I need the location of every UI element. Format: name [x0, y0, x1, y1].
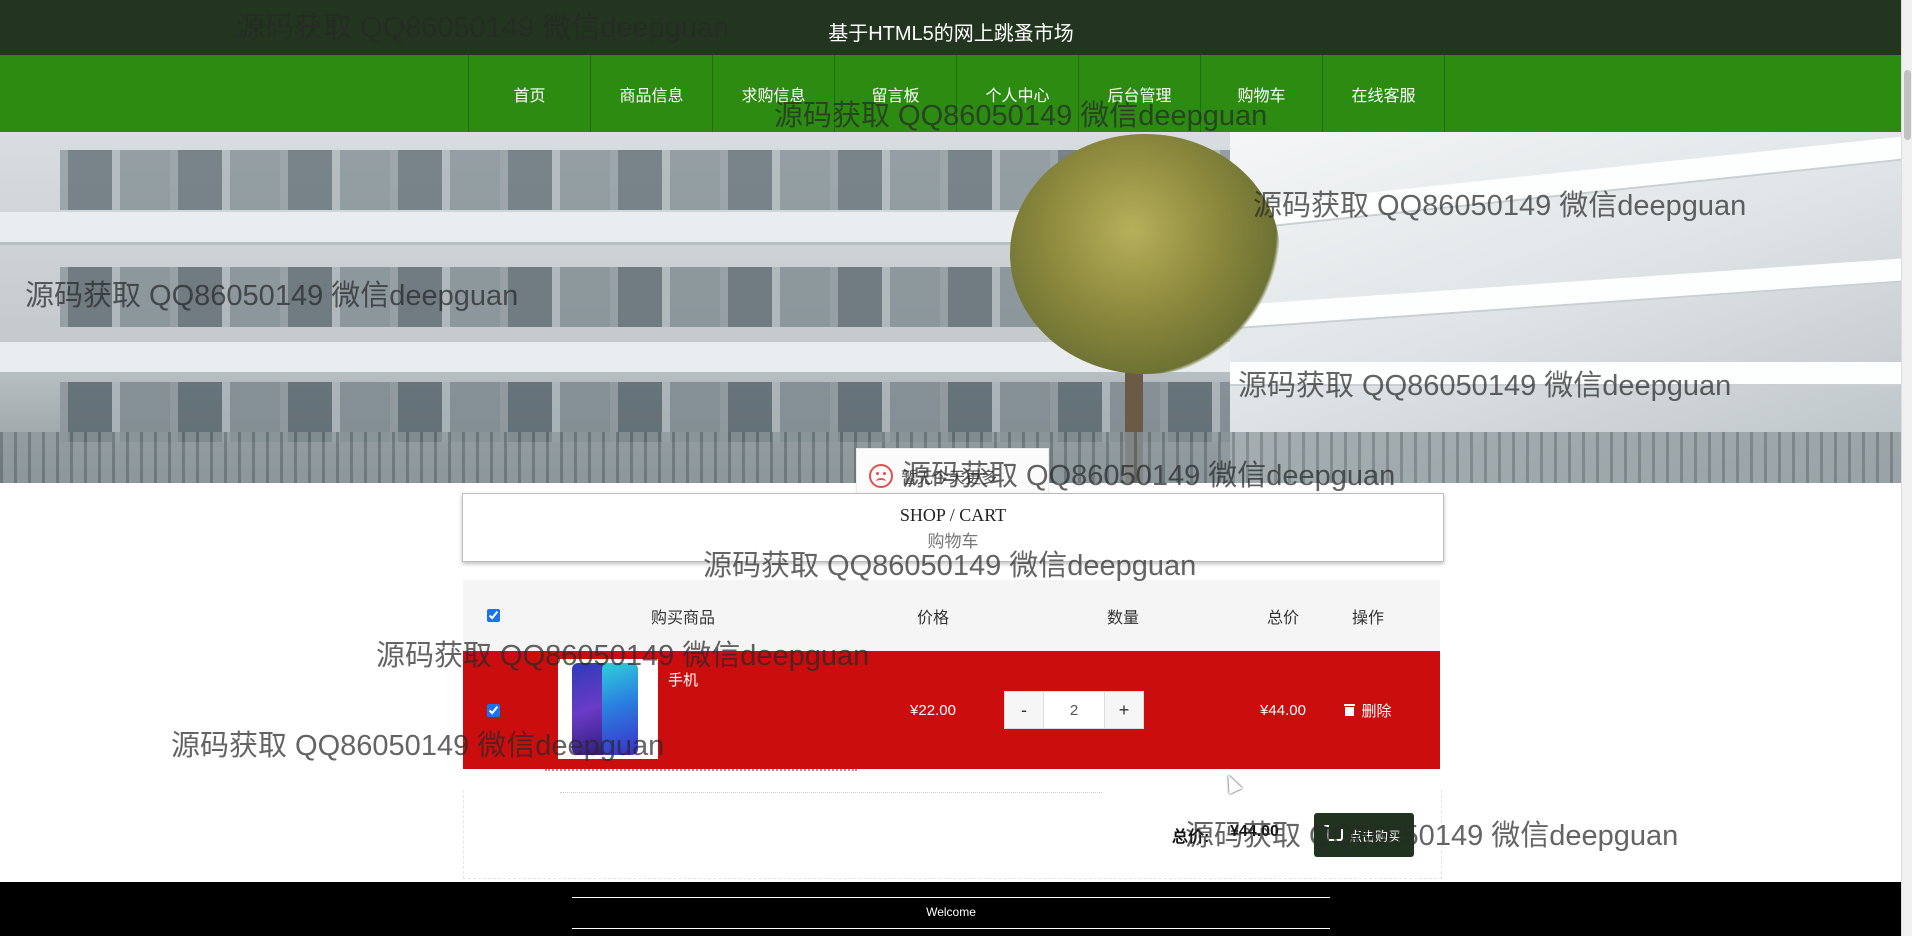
increment-button[interactable]: +: [1104, 691, 1144, 729]
decrement-button[interactable]: -: [1004, 691, 1044, 729]
nav-item-wanted[interactable]: 求购信息: [712, 55, 834, 132]
nav-item-cart[interactable]: 购物车: [1200, 55, 1322, 132]
cart-summary-area: [463, 790, 1442, 879]
delete-label: 删除: [1361, 702, 1392, 720]
nav-item-profile[interactable]: 个人中心: [956, 55, 1078, 132]
top-header-bar: 基于HTML5的网上跳蚤市场: [0, 0, 1902, 55]
footer-line: [572, 897, 1330, 898]
nav-item-online-service[interactable]: 在线客服: [1322, 55, 1445, 132]
product-image[interactable]: [558, 659, 658, 759]
header-action: 操作: [1351, 609, 1384, 627]
row-select-cell: [481, 651, 505, 769]
banner-tree: [1010, 134, 1280, 374]
divider: [545, 769, 857, 771]
cart-title-en: SHOP / CART: [899, 505, 1007, 525]
nav-item-admin[interactable]: 后台管理: [1078, 55, 1200, 132]
site-title: 基于HTML5的网上跳蚤市场: [828, 23, 1074, 45]
delete-button[interactable]: 删除: [1344, 700, 1392, 721]
nav-item-products[interactable]: 商品信息: [590, 55, 712, 132]
trash-icon: [1344, 704, 1356, 716]
cart-table-header: 购买商品 价格 数量 总价 操作: [463, 580, 1440, 651]
cart-title-cn: 购物车: [927, 532, 979, 551]
nav-item-home[interactable]: 首页: [468, 55, 590, 132]
quantity-value[interactable]: 2: [1044, 691, 1104, 729]
cart-title-box: SHOP / CART 购物车: [462, 493, 1444, 562]
main-nav: 首页 商品信息 求购信息 留言板 个人中心 后台管理 购物车 在线客服: [0, 55, 1902, 132]
nav-items: 首页 商品信息 求购信息 留言板 个人中心 后台管理 购物车 在线客服: [468, 55, 1445, 132]
header-price: 价格: [916, 609, 949, 627]
total-value: ¥44.00: [1230, 823, 1279, 840]
header-goods: 购买商品: [650, 609, 715, 627]
notice-message: 暂无今天更多: [901, 470, 998, 487]
select-all-cell: [481, 580, 505, 651]
footer-line: [572, 928, 1330, 929]
footer-welcome: Welcome: [926, 905, 976, 919]
banner-building: [1230, 132, 1902, 483]
buy-button[interactable]: 点击购买: [1314, 813, 1414, 857]
sad-face-icon: [869, 464, 893, 488]
delete-cell: 删除: [1318, 651, 1418, 769]
row-price: ¥22.00: [910, 701, 956, 719]
table-row: 手机 ¥22.00 - 2 + ¥44.00 删除: [463, 651, 1440, 769]
quantity-stepper: - 2 +: [1004, 691, 1144, 729]
select-all-checkbox[interactable]: [486, 609, 500, 622]
cart-icon: [1323, 825, 1343, 841]
total-label: 总价:: [1172, 829, 1210, 846]
banner-image: [0, 132, 1902, 483]
nav-item-message-board[interactable]: 留言板: [834, 55, 956, 132]
buy-button-label: 点击购买: [1348, 828, 1401, 844]
page-scrollbar[interactable]: [1901, 0, 1912, 936]
footer: Welcome: [0, 882, 1902, 936]
row-checkbox[interactable]: [486, 703, 500, 717]
product-name[interactable]: 手机: [668, 669, 698, 690]
scrollbar-thumb[interactable]: [1904, 70, 1911, 140]
